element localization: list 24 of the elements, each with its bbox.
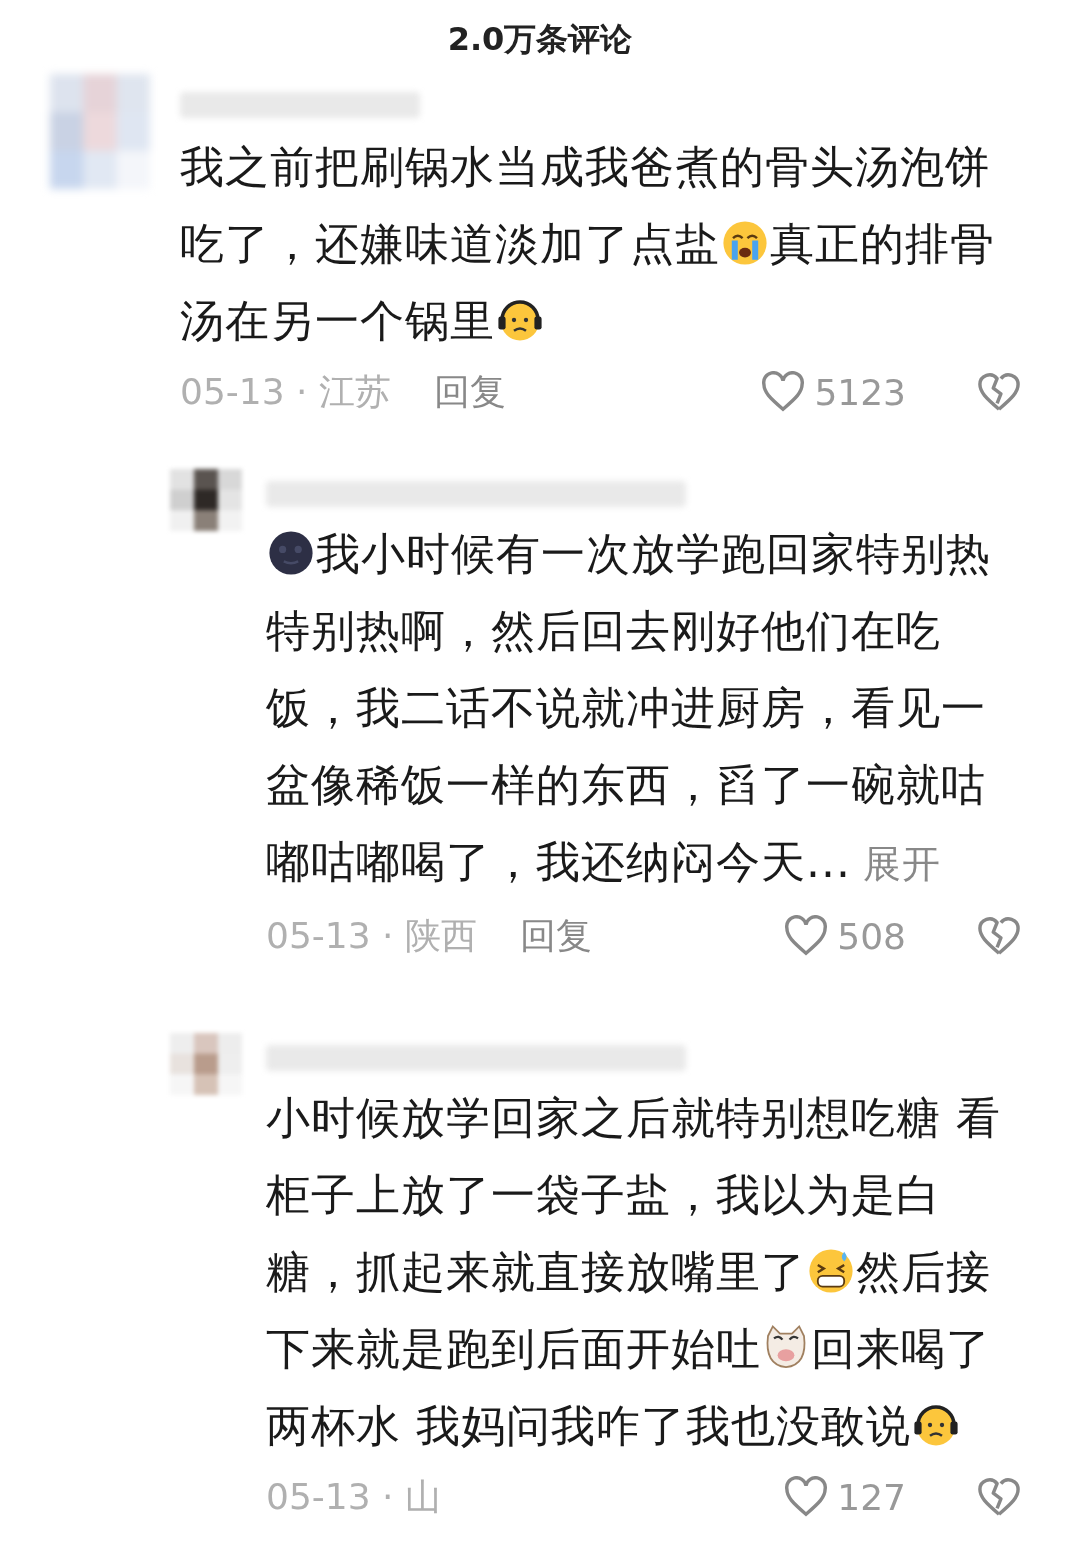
heart-icon <box>760 371 807 413</box>
like-button[interactable]: 5123 <box>760 371 906 413</box>
grinning-sweat-face-icon <box>807 1247 855 1295</box>
expand-link[interactable]: 展开 <box>862 842 941 886</box>
like-button[interactable]: 508 <box>783 915 906 957</box>
like-button[interactable]: 127 <box>783 1476 906 1518</box>
reply-button[interactable]: 回复 <box>520 911 592 961</box>
date-location: 05-13 · 山 <box>266 1474 442 1519</box>
comment-text: 我之前把刷锅水当成我爸煮的骨头汤泡饼吃了，还嫌味道淡加了点盐 真正的排骨汤在另一个锅里 <box>180 140 996 348</box>
broken-heart-icon[interactable] <box>976 371 1022 413</box>
comment-text: 小时候放学回家之后就特别想吃糖 看柜子上放了一袋子盐，我以为是白糖，抓起来就直接放嘴里了 然后接下来就是跑到后面开始吐 回来喝了两杯水 我妈问我咋了我也没敢说 <box>266 1091 1002 1453</box>
date-location: 05-13 · 江苏 <box>180 369 392 414</box>
comment-text: 我小时候有一次放学跑回家特别热特别热啊，然后回去刚好他们在吃饭，我二话不说就冲进厨房，看见一盆像稀饭一样的东西，舀了一碗就咕嘟咕嘟喝了，我还纳闷今天... 展开 <box>266 527 992 889</box>
blurred-avatar <box>170 469 242 531</box>
moon-face-icon <box>267 529 315 577</box>
blurred-avatar <box>170 1033 242 1095</box>
heart-icon <box>783 915 830 957</box>
crying-emoji-icon <box>721 219 769 267</box>
reply-button[interactable]: 回复 <box>434 367 506 417</box>
broken-heart-icon[interactable] <box>976 915 1022 957</box>
comment-count-title: 2.0万条评论 <box>447 20 633 58</box>
broken-heart-icon[interactable] <box>976 1476 1022 1518</box>
heart-icon <box>783 1476 830 1518</box>
date-location: 05-13 · 陕西 <box>266 913 478 958</box>
